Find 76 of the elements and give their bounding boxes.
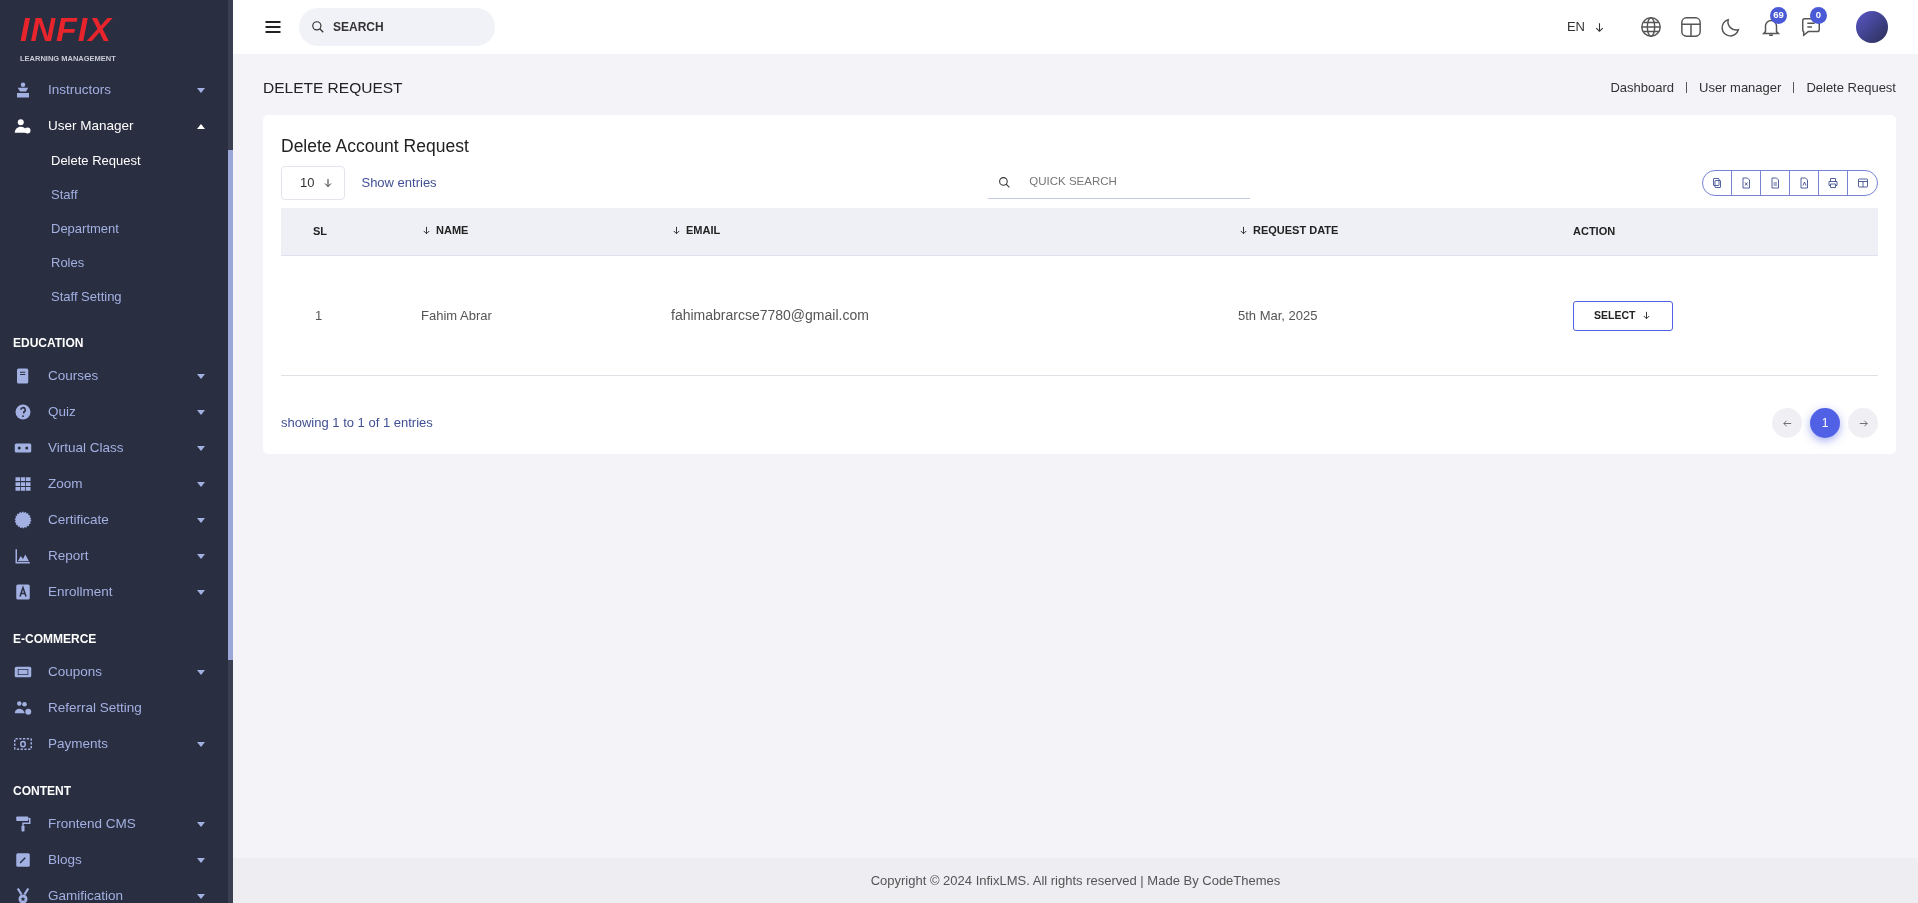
pdf-file-icon: [1798, 176, 1810, 189]
entries-select[interactable]: 10: [281, 165, 346, 200]
count-badge: 69: [1770, 7, 1787, 24]
submenu-item[interactable]: Staff: [0, 178, 227, 212]
column-header[interactable]: SL: [313, 223, 328, 240]
count-badge: 0: [1810, 7, 1827, 24]
letter-a-icon: [13, 583, 33, 601]
user-gear-icon: [13, 117, 33, 135]
menu-item[interactable]: Courses: [0, 358, 227, 394]
paint-roller-icon: [13, 815, 33, 833]
column-header[interactable]: REQUEST DATE: [1238, 222, 1339, 239]
select-dropdown-button[interactable]: SELECT: [1573, 300, 1674, 331]
menu-item[interactable]: Instructors: [0, 72, 227, 108]
entries-info: showing 1 to 1 of 1 entries: [281, 414, 433, 433]
area-chart-icon: [13, 547, 33, 565]
menu-item[interactable]: Coupons: [0, 654, 227, 690]
menu-item[interactable]: Payments: [0, 726, 227, 762]
document-icon: [1769, 176, 1781, 189]
question-icon: [13, 403, 33, 421]
copy-icon: [1711, 176, 1723, 189]
submenu-item[interactable]: Department: [0, 212, 227, 246]
page-button[interactable]: 1: [1810, 408, 1840, 438]
menu-item[interactable]: Gamification: [0, 878, 227, 903]
menu-item[interactable]: Frontend CMS: [0, 806, 227, 842]
pencil-icon: [13, 851, 33, 869]
table-cell: Fahim Abrar: [399, 255, 649, 376]
search-field[interactable]: SEARCH: [299, 8, 495, 46]
menu-item[interactable]: Certificate: [0, 502, 227, 538]
badge-icon: [13, 511, 33, 529]
menu-item[interactable]: Referral Setting: [0, 690, 227, 726]
users-gear-icon: [13, 699, 33, 717]
section-heading: CONTENT: [12, 783, 72, 800]
menu-item[interactable]: Enrollment: [0, 574, 227, 610]
arrow-down-icon: [1238, 224, 1249, 236]
layout-icon[interactable]: [1680, 16, 1702, 38]
chat-icon[interactable]: [1800, 16, 1822, 38]
table-cell: 5th Mar, 2025: [1216, 255, 1551, 376]
arrow-down-icon: [671, 224, 682, 236]
globe-icon[interactable]: [1640, 16, 1662, 38]
page-title: DELETE REQUEST: [263, 78, 403, 98]
arrow-down-icon: [1593, 20, 1606, 34]
menu-item[interactable]: User Manager: [0, 108, 227, 144]
menu-item[interactable]: Zoom: [0, 466, 227, 502]
column-header[interactable]: NAME: [421, 222, 469, 239]
menu-item[interactable]: Blogs: [0, 842, 227, 878]
table-cell: 1: [281, 255, 399, 376]
submenu-item[interactable]: Delete Request: [0, 144, 227, 178]
breadcrumb-link[interactable]: Delete Request: [1806, 77, 1896, 98]
entries-label: Show entries: [361, 173, 437, 192]
menu-item[interactable]: Virtual Class: [0, 430, 227, 466]
language-selector[interactable]: EN: [1566, 17, 1606, 37]
table-cell: fahimabrarcse7780@gmail.com: [649, 255, 1216, 376]
column-header[interactable]: EMAIL: [671, 222, 721, 239]
arrow-down-icon: [1641, 310, 1653, 321]
section-heading: EDUCATION: [12, 335, 85, 352]
arrow-down-icon: [421, 224, 432, 236]
search-icon: [998, 175, 1012, 189]
submenu-item[interactable]: Roles: [0, 246, 227, 280]
menu-item[interactable]: Quiz: [0, 394, 227, 430]
section-heading: E-COMMERCE: [12, 631, 98, 648]
scroll-thumb[interactable]: [228, 150, 233, 660]
banknote-icon: [13, 735, 33, 753]
menu-item[interactable]: Report: [0, 538, 227, 574]
moon-icon[interactable]: [1720, 16, 1742, 38]
avatar[interactable]: [1856, 11, 1888, 43]
breadcrumb-link[interactable]: User manager: [1699, 77, 1782, 98]
copyright-text: Copyright © 2024 InfixLMS. All rights reserved | Made By CodeThemes: [233, 858, 1918, 903]
submenu-item[interactable]: Staff Setting: [0, 280, 227, 314]
logo-wordmark: INFIX: [20, 12, 112, 46]
column-header[interactable]: ACTION: [1573, 223, 1616, 240]
breadcrumb-link[interactable]: Dashboard: [1610, 77, 1674, 98]
printer-icon: [1827, 176, 1839, 189]
grid-icon: [13, 475, 33, 493]
columns-icon: [1856, 176, 1869, 189]
card-title: Delete Account Request: [281, 135, 470, 159]
spreadsheet-file-icon: [1740, 176, 1752, 189]
